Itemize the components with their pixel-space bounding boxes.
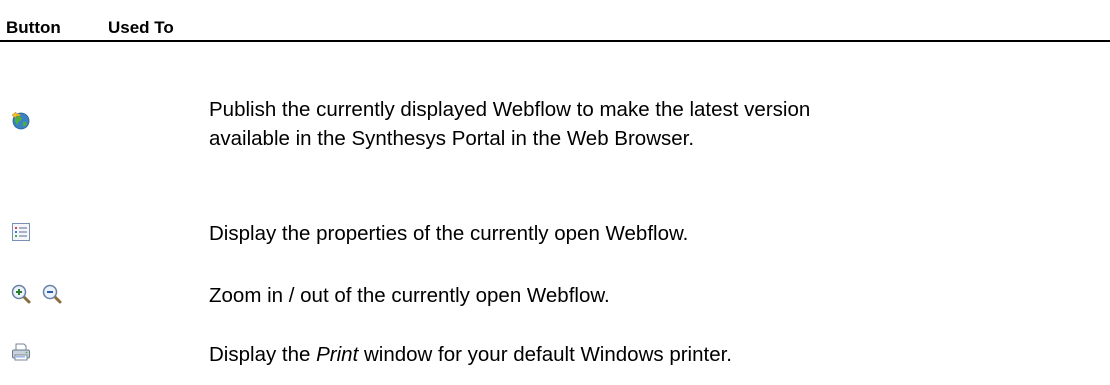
row-icons [10,283,63,305]
desc-text-after: window for your default Windows printer. [358,343,732,366]
zoom-out-icon[interactable] [41,283,63,305]
row-description: Publish the currently displayed Webflow … [209,98,811,150]
row-description: Display the properties of the currently … [209,222,689,245]
row-icons [10,341,32,363]
desc-text-before: Display the [209,343,317,366]
properties-list-icon[interactable] [10,221,32,243]
publish-globe-icon[interactable] [10,109,32,131]
zoom-in-icon[interactable] [10,283,32,305]
header-divider [0,40,1110,42]
table-header: Button Used To [0,0,1110,42]
printer-icon[interactable] [10,341,32,363]
row-icons [10,109,32,131]
row-icons [10,221,32,243]
row-description: Zoom in / out of the currently open Webf… [209,284,610,307]
column-header-used-to: Used To [108,18,174,37]
row-description: Display the Print window for your defaul… [209,340,1089,369]
print-window-name: Print [316,343,359,366]
column-header-button: Button [6,18,61,37]
